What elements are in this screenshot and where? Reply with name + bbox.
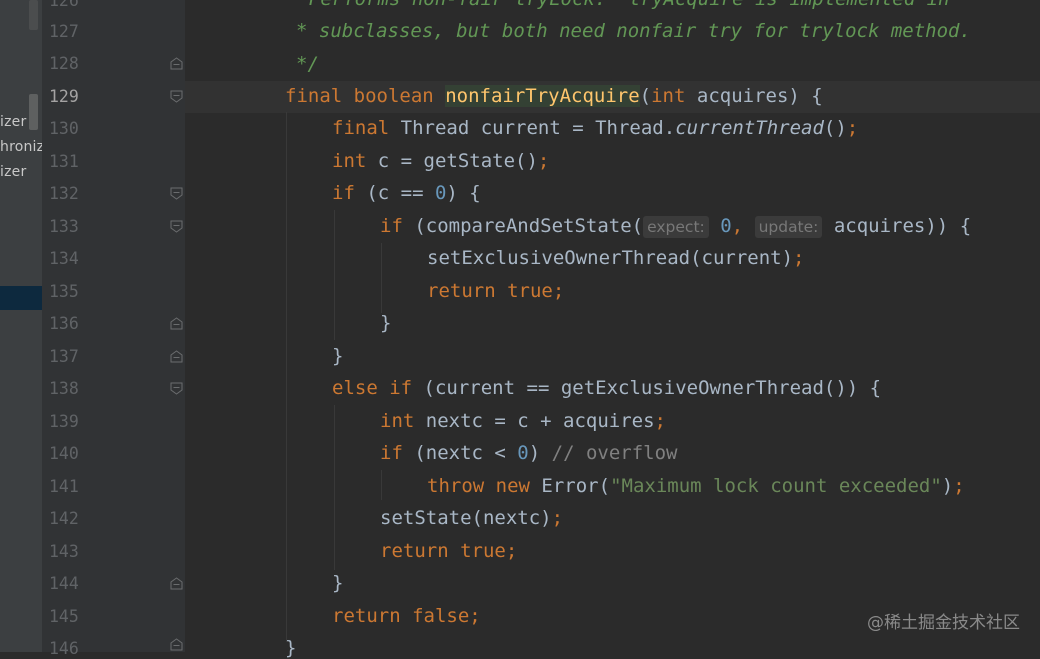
keyword: false bbox=[412, 605, 470, 627]
code-text: setState(nextc) bbox=[380, 507, 552, 529]
keyword: true bbox=[507, 280, 553, 302]
parameter-hint: update: bbox=[754, 216, 823, 238]
parameter-hint: expect: bbox=[643, 216, 709, 238]
code-text: Thread current = Thread. bbox=[389, 117, 676, 139]
code-text: () bbox=[823, 117, 847, 139]
code-text: acquires) { bbox=[685, 85, 823, 107]
code-line-141: throw new Error("Maximum lock count exce… bbox=[427, 475, 965, 497]
code-line-143: return true; bbox=[380, 540, 517, 562]
semicolon: ; bbox=[846, 117, 859, 139]
keyword: if bbox=[389, 377, 413, 399]
watermark-text: @稀土掘金技术社区 bbox=[867, 613, 1020, 633]
code-line-142: setState(nextc); bbox=[380, 507, 563, 529]
semicolon: ; bbox=[551, 507, 564, 529]
code-line-129: final boolean nonfairTryAcquire(int acqu… bbox=[285, 85, 823, 107]
keyword: final bbox=[332, 117, 390, 139]
code-line-130: final Thread current = Thread.currentThr… bbox=[332, 117, 858, 139]
code-line-135: return true; bbox=[427, 280, 564, 302]
semicolon: ; bbox=[469, 605, 481, 627]
keyword: return bbox=[427, 280, 496, 302]
keyword: true bbox=[460, 540, 506, 562]
semicolon: ; bbox=[953, 475, 965, 497]
code-editor[interactable]: * Performs non-fair tryLock. tryAcquire … bbox=[0, 0, 1040, 659]
semicolon: ; bbox=[505, 540, 518, 562]
keyword: final bbox=[285, 85, 343, 107]
number-literal: 0 bbox=[517, 442, 529, 464]
keyword: int bbox=[380, 410, 415, 432]
code-line-132: if (c == 0) { bbox=[332, 182, 481, 204]
code-text: acquires)) { bbox=[833, 215, 972, 237]
code-text: (compareAndSetState( bbox=[402, 215, 644, 237]
number-literal: 0 bbox=[434, 182, 447, 204]
method-declaration[interactable]: nonfairTryAcquire bbox=[445, 85, 640, 107]
semicolon: ; bbox=[537, 150, 550, 172]
code-text: ) { bbox=[446, 182, 481, 204]
code-text: ) bbox=[528, 442, 552, 464]
code-line-128: */ bbox=[296, 53, 319, 75]
code-line-131: int c = getState(); bbox=[332, 150, 549, 172]
keyword: throw bbox=[427, 475, 485, 497]
code-text: nextc = c + acquires bbox=[414, 410, 655, 432]
code-line-145: return false; bbox=[332, 605, 481, 627]
number-literal: 0 bbox=[720, 215, 732, 237]
code-text: (nextc < bbox=[402, 442, 518, 464]
line-comment: // overflow bbox=[551, 442, 678, 464]
code-text: (current == getExclusiveOwnerThread()) { bbox=[412, 377, 882, 399]
code-text: Error( bbox=[529, 475, 611, 497]
keyword: if bbox=[380, 442, 403, 464]
keyword: new bbox=[495, 475, 530, 497]
keyword: return bbox=[380, 540, 449, 562]
code-line-144: } bbox=[332, 572, 344, 594]
keyword: if bbox=[380, 215, 403, 237]
code-line-133: if (compareAndSetState(expect: 0, update… bbox=[380, 215, 971, 238]
semicolon: ; bbox=[552, 280, 565, 302]
code-line-126: * Performs non-fair tryLock. tryAcquire … bbox=[286, 0, 949, 10]
code-text: c = getState() bbox=[366, 150, 538, 172]
semicolon: ; bbox=[793, 247, 805, 269]
code-text: ) bbox=[941, 475, 954, 497]
code-line-138: else if (current == getExclusiveOwnerThr… bbox=[332, 377, 881, 399]
semicolon: ; bbox=[654, 410, 666, 432]
keyword: int bbox=[332, 150, 367, 172]
string-literal: "Maximum lock count exceeded" bbox=[610, 475, 942, 497]
code-text: (c == bbox=[354, 182, 435, 204]
code-text: setExclusiveOwnerThread(current) bbox=[427, 247, 794, 269]
code-line-137: } bbox=[332, 345, 344, 367]
code-line-140: if (nextc < 0) // overflow bbox=[380, 442, 677, 464]
keyword: int bbox=[651, 85, 686, 107]
comma: , bbox=[731, 215, 744, 237]
keyword: else bbox=[332, 377, 378, 399]
code-line-134: setExclusiveOwnerThread(current); bbox=[427, 247, 805, 269]
code-line-139: int nextc = c + acquires; bbox=[380, 410, 666, 432]
static-method-call: currentThread bbox=[675, 117, 824, 139]
code-line-146: } bbox=[285, 637, 297, 659]
keyword: return bbox=[332, 605, 401, 627]
keyword: boolean bbox=[353, 85, 434, 107]
code-text: ( bbox=[639, 85, 652, 107]
keyword: if bbox=[332, 182, 355, 204]
code-line-136: } bbox=[380, 312, 392, 334]
code-line-127: * subclasses, but both need nonfair try … bbox=[296, 20, 971, 42]
